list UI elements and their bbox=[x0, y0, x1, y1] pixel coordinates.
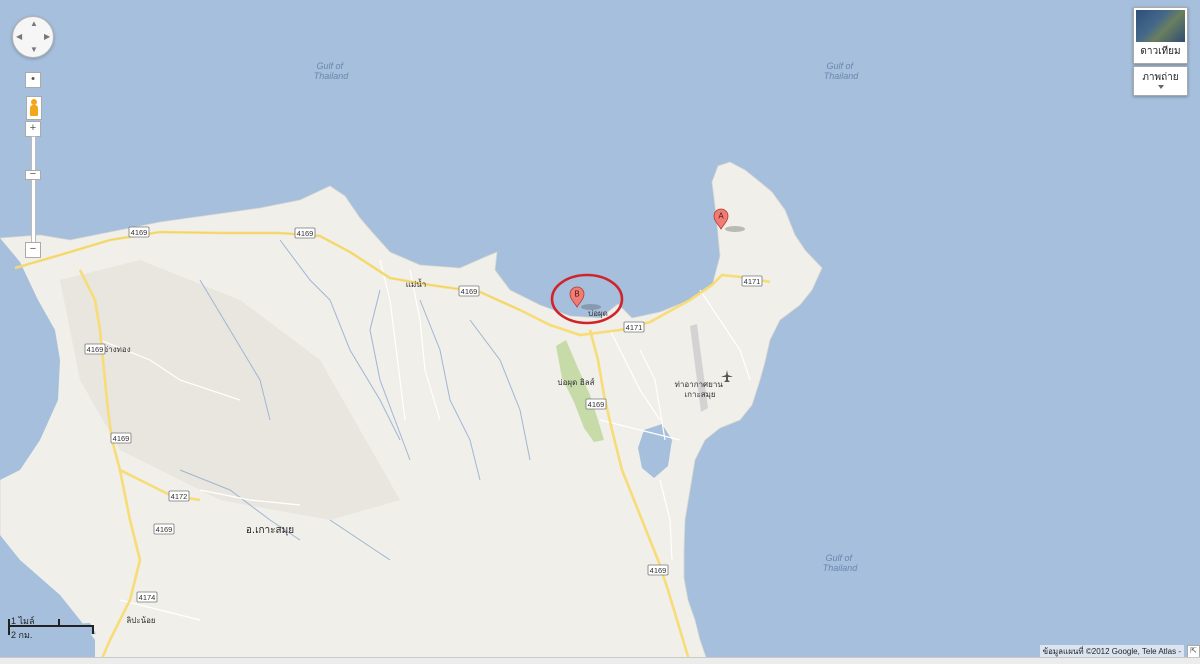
map-type-label: ดาวเทียม bbox=[1140, 46, 1181, 57]
water-label-2-line2: Thailand bbox=[824, 71, 860, 81]
water-label-2: Gulf of Thailand bbox=[824, 61, 860, 81]
route-shield: 4171 bbox=[623, 321, 645, 333]
route-shield: 4169 bbox=[84, 343, 106, 355]
route-shield: 4169 bbox=[128, 226, 150, 238]
zoom-slider-handle[interactable]: − bbox=[25, 169, 41, 180]
water-label-3: Gulf of Thailand bbox=[823, 553, 859, 573]
route-shield: 4169 bbox=[458, 285, 480, 297]
route-shield: 4169 bbox=[294, 227, 316, 239]
place-mae-nam: แม่น้ำ bbox=[406, 278, 426, 289]
map-canvas[interactable]: Gulf of Thailand Gulf of Thailand Gulf o… bbox=[0, 0, 1200, 663]
water-label-3-line2: Thailand bbox=[823, 563, 859, 573]
pan-left-icon[interactable]: ◀ bbox=[16, 33, 22, 41]
map-type-satellite-button[interactable]: ดาวเทียม bbox=[1133, 7, 1188, 64]
svg-text:4171: 4171 bbox=[744, 277, 761, 286]
photos-label: ภาพถ่าย bbox=[1142, 72, 1179, 83]
svg-text:4169: 4169 bbox=[297, 229, 314, 238]
pan-right-icon[interactable]: ▶ bbox=[44, 33, 50, 41]
scale-tick bbox=[92, 626, 94, 634]
svg-text:4169: 4169 bbox=[87, 345, 104, 354]
place-airport-line1: ท่าอากาศยาน bbox=[675, 380, 724, 389]
scale-tick bbox=[8, 619, 10, 635]
pan-up-icon[interactable]: ▲ bbox=[30, 20, 38, 28]
water-label-1: Gulf of Thailand bbox=[314, 61, 350, 81]
route-shield: 4171 bbox=[741, 275, 763, 287]
place-bophut-hills: บ่อผุด ฮิลส์ bbox=[558, 377, 595, 387]
reset-view-icon[interactable]: • bbox=[25, 72, 41, 88]
water-label-3-line1: Gulf of bbox=[825, 553, 853, 563]
svg-text:4169: 4169 bbox=[131, 228, 148, 237]
chevron-down-icon bbox=[1158, 85, 1164, 89]
marker-b-label: B bbox=[574, 290, 579, 299]
place-district: อ.เกาะสมุย bbox=[246, 525, 294, 536]
marker-a-label: A bbox=[718, 212, 724, 221]
place-bophut: บ่อผุด bbox=[588, 309, 608, 318]
svg-text:4169: 4169 bbox=[113, 434, 130, 443]
water-label-1-line1: Gulf of bbox=[316, 61, 344, 71]
svg-text:4169: 4169 bbox=[461, 287, 478, 296]
svg-text:4171: 4171 bbox=[626, 323, 643, 332]
zoom-slider-track[interactable] bbox=[31, 136, 36, 248]
route-shield: 4169 bbox=[153, 523, 175, 535]
zoom-in-button[interactable]: + bbox=[25, 121, 41, 137]
svg-text:4172: 4172 bbox=[171, 492, 188, 501]
route-shield: 4174 bbox=[136, 591, 158, 603]
svg-text:4174: 4174 bbox=[139, 593, 156, 602]
route-shield: 4172 bbox=[168, 490, 190, 502]
water-label-2-line1: Gulf of bbox=[826, 61, 854, 71]
zoom-out-button[interactable]: − bbox=[25, 242, 41, 258]
photos-button[interactable]: ภาพถ่าย bbox=[1133, 66, 1188, 96]
route-shield: 4169 bbox=[585, 398, 607, 410]
satellite-thumbnail bbox=[1136, 10, 1185, 42]
route-shield: 4169 bbox=[110, 432, 132, 444]
place-lipa-noi: ลิปะน้อย bbox=[126, 616, 155, 625]
water-label-1-line2: Thailand bbox=[314, 71, 350, 81]
pan-down-icon[interactable]: ▼ bbox=[30, 46, 38, 54]
route-shield: 4169 bbox=[647, 564, 669, 576]
place-ang-thong: อ่างทอง bbox=[103, 345, 130, 354]
scale-bar: 1 ไมล์ 2 กม. bbox=[6, 614, 96, 640]
svg-text:4169: 4169 bbox=[156, 525, 173, 534]
street-view-pegman-icon[interactable] bbox=[26, 96, 42, 120]
svg-text:4169: 4169 bbox=[588, 400, 605, 409]
scale-imperial-label: 1 ไมล์ bbox=[11, 616, 35, 626]
place-airport-line2: เกาะสมุย bbox=[684, 390, 715, 399]
scale-metric-label: 2 กม. bbox=[11, 630, 33, 640]
pan-control[interactable]: ▲ ▼ ◀ ▶ bbox=[12, 16, 54, 58]
svg-text:4169: 4169 bbox=[650, 566, 667, 575]
